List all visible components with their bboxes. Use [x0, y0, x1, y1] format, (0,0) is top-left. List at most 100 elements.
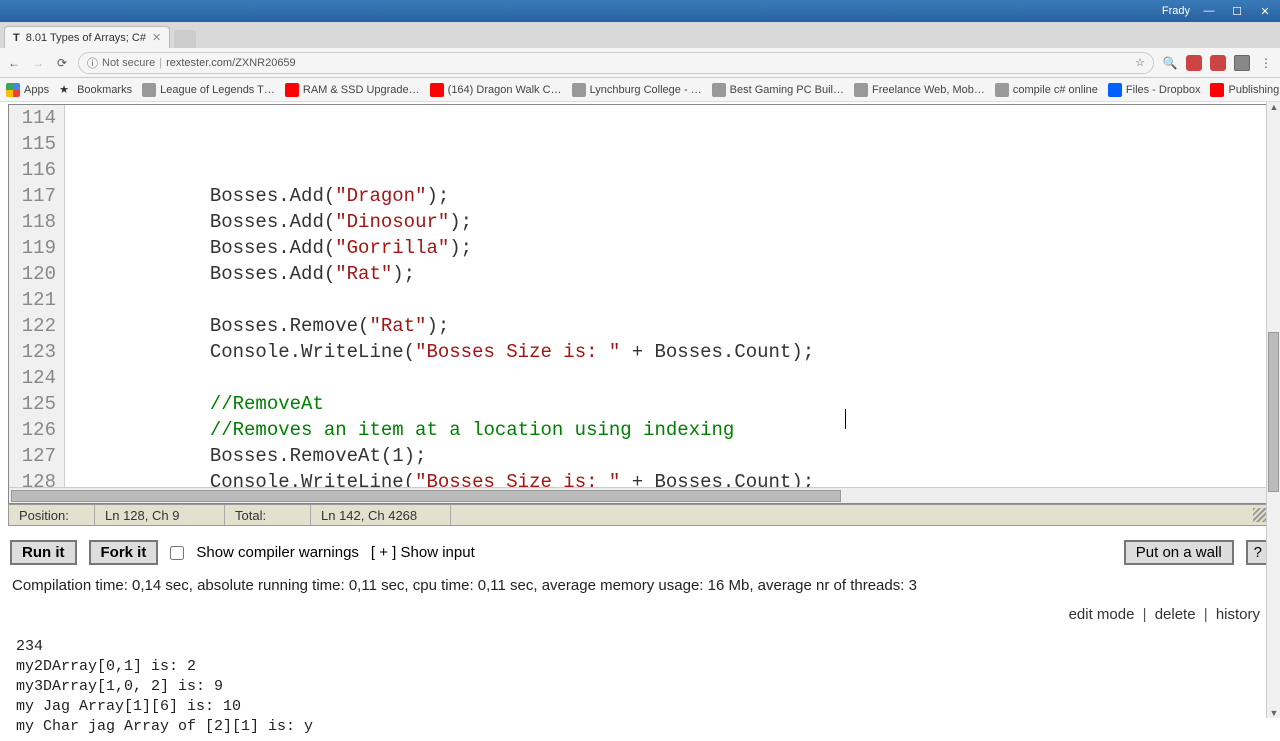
- bookmark-icon: [1108, 83, 1122, 97]
- compiler-warnings-label: Show compiler warnings: [196, 544, 359, 561]
- bookmark-item[interactable]: (164) Dragon Walk C…: [430, 83, 562, 97]
- bookmark-item[interactable]: ★Bookmarks: [59, 83, 132, 97]
- code-line[interactable]: Bosses.Add("Dinosour");: [73, 209, 1271, 235]
- window-username: Frady: [1162, 5, 1190, 17]
- back-button[interactable]: ←: [6, 55, 22, 71]
- url-text: rextester.com/ZXNR20659: [166, 57, 296, 69]
- scrollbar-thumb[interactable]: [1268, 332, 1279, 492]
- window-maximize-button[interactable]: ☐: [1228, 5, 1246, 18]
- browser-tab[interactable]: T 8.01 Types of Arrays; C# ✕: [4, 26, 170, 48]
- bookmark-icon: [430, 83, 444, 97]
- output-line: my Jag Array[1][6] is: 10: [16, 697, 1264, 717]
- line-number: 115: [9, 131, 56, 157]
- scroll-up-arrow[interactable]: ▲: [1269, 102, 1279, 112]
- line-number-gutter: 1141151161171181191201211221231241251261…: [9, 105, 65, 487]
- bookmark-item[interactable]: Freelance Web, Mob…: [854, 83, 985, 97]
- bookmark-star-icon[interactable]: ☆: [1135, 56, 1145, 69]
- output-line: my Char jag Array of [2][1] is: y: [16, 717, 1264, 737]
- show-input-link[interactable]: [ + ] Show input: [371, 544, 475, 561]
- window-titlebar: Frady — ☐ ✕: [0, 0, 1280, 22]
- bookmark-label: compile c# online: [1013, 84, 1098, 96]
- code-line[interactable]: //RemoveAt: [73, 391, 1271, 417]
- reload-button[interactable]: ⟳: [54, 55, 70, 71]
- total-label: Total:: [235, 508, 266, 523]
- extension-icon[interactable]: [1210, 55, 1226, 71]
- code-line[interactable]: Bosses.Add("Dragon");: [73, 183, 1271, 209]
- editor-status-bar: Position: Ln 128, Ch 9 Total: Ln 142, Ch…: [8, 504, 1272, 526]
- line-number: 116: [9, 157, 56, 183]
- tab-favicon: T: [13, 32, 20, 44]
- compiler-warnings-checkbox[interactable]: [170, 546, 184, 560]
- tab-close-icon[interactable]: ✕: [152, 31, 161, 44]
- code-line[interactable]: Bosses.Remove("Rat");: [73, 313, 1271, 339]
- forward-button[interactable]: →: [30, 55, 46, 71]
- window-close-button[interactable]: ✕: [1256, 5, 1274, 18]
- put-on-wall-button[interactable]: Put on a wall: [1124, 540, 1234, 565]
- position-value: Ln 128, Ch 9: [105, 508, 179, 523]
- code-line[interactable]: Console.WriteLine("Bosses Size is: " + B…: [73, 339, 1271, 365]
- fork-button[interactable]: Fork it: [89, 540, 159, 565]
- resize-grip-icon[interactable]: [1253, 508, 1267, 522]
- line-number: 118: [9, 209, 56, 235]
- bookmark-item[interactable]: Apps: [6, 83, 49, 97]
- output-line: 234: [16, 637, 1264, 657]
- code-area[interactable]: Bosses.Add("Dragon"); Bosses.Add("Dinoso…: [65, 105, 1271, 487]
- scroll-down-arrow[interactable]: ▼: [1269, 708, 1279, 718]
- bookmark-icon: [854, 83, 868, 97]
- bookmark-item[interactable]: Files - Dropbox: [1108, 83, 1201, 97]
- code-line[interactable]: [73, 365, 1271, 391]
- history-link[interactable]: history: [1216, 606, 1260, 623]
- browser-tab-strip: T 8.01 Types of Arrays; C# ✕: [0, 22, 1280, 48]
- code-line[interactable]: //Removes an item at a location using in…: [73, 417, 1271, 443]
- code-line[interactable]: Bosses.RemoveAt(1);: [73, 443, 1271, 469]
- bookmark-item[interactable]: Best Gaming PC Buil…: [712, 83, 844, 97]
- address-bar[interactable]: ⓘ Not secure | rextester.com/ZXNR20659 ☆: [78, 52, 1154, 74]
- line-number: 121: [9, 287, 56, 313]
- position-label: Position:: [19, 508, 69, 523]
- line-number: 126: [9, 417, 56, 443]
- text-caret: [845, 409, 846, 429]
- window-minimize-button[interactable]: —: [1200, 5, 1218, 17]
- browser-toolbar: ← → ⟳ ⓘ Not secure | rextester.com/ZXNR2…: [0, 48, 1280, 78]
- code-line[interactable]: [73, 287, 1271, 313]
- bookmark-icon: [572, 83, 586, 97]
- bookmark-item[interactable]: League of Legends T…: [142, 83, 275, 97]
- code-line[interactable]: Bosses.Add("Rat");: [73, 261, 1271, 287]
- code-line[interactable]: Bosses.Add("Gorrilla");: [73, 235, 1271, 261]
- delete-link[interactable]: delete: [1155, 606, 1196, 623]
- scrollbar-thumb[interactable]: [11, 490, 841, 502]
- page-vertical-scrollbar[interactable]: ▲ ▼: [1266, 102, 1280, 718]
- line-number: 122: [9, 313, 56, 339]
- new-tab-button[interactable]: [174, 30, 196, 48]
- edit-mode-link[interactable]: edit mode: [1069, 606, 1135, 623]
- bookmark-icon: [285, 83, 299, 97]
- bookmark-label: Lynchburg College - …: [590, 84, 702, 96]
- line-number: 117: [9, 183, 56, 209]
- bookmark-label: RAM & SSD Upgrade…: [303, 84, 420, 96]
- line-number: 123: [9, 339, 56, 365]
- bookmark-label: Apps: [24, 84, 49, 96]
- line-number: 128: [9, 469, 56, 487]
- bookmark-item[interactable]: Lynchburg College - …: [572, 83, 702, 97]
- code-editor: 1141151161171181191201211221231241251261…: [8, 104, 1272, 504]
- run-button[interactable]: Run it: [10, 540, 77, 565]
- bookmark-label: Best Gaming PC Buil…: [730, 84, 844, 96]
- bookmark-item[interactable]: RAM & SSD Upgrade…: [285, 83, 420, 97]
- page-links: edit mode | delete | history: [0, 600, 1280, 633]
- extension-icon[interactable]: [1234, 55, 1250, 71]
- line-number: 119: [9, 235, 56, 261]
- chrome-menu-button[interactable]: ⋮: [1258, 55, 1274, 71]
- bookmark-icon: [1210, 83, 1224, 97]
- zoom-icon[interactable]: 🔍: [1162, 55, 1178, 71]
- not-secure-icon: ⓘ: [87, 55, 98, 71]
- extension-icon[interactable]: [1186, 55, 1202, 71]
- tab-title: 8.01 Types of Arrays; C#: [26, 32, 146, 44]
- horizontal-scrollbar[interactable]: [9, 487, 1271, 503]
- extension-icons: 🔍 ⋮: [1162, 55, 1274, 71]
- line-number: 127: [9, 443, 56, 469]
- bookmark-icon: [995, 83, 1009, 97]
- bookmark-item[interactable]: Publishing to Google…: [1210, 83, 1280, 97]
- bookmark-icon: [142, 83, 156, 97]
- bookmark-item[interactable]: compile c# online: [995, 83, 1098, 97]
- code-line[interactable]: Console.WriteLine("Bosses Size is: " + B…: [73, 469, 1271, 487]
